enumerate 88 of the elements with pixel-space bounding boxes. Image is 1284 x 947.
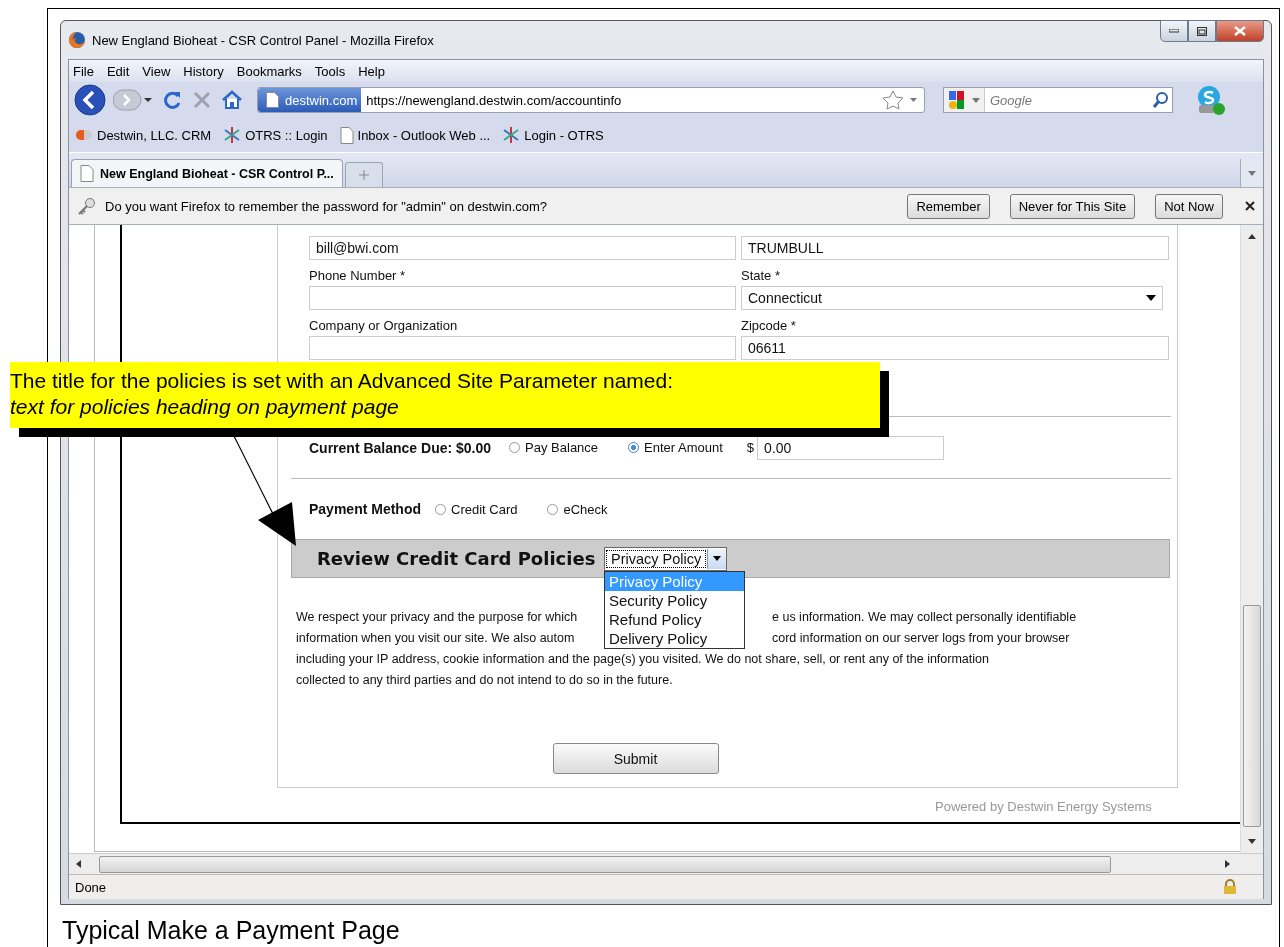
menu-item[interactable]: Tools [314, 63, 346, 79]
status-text: Done [75, 879, 107, 895]
field-label: State * [741, 268, 782, 283]
padlock-icon [1223, 879, 1237, 895]
policy-text-line: We respect your privacy and the purpose for which [296, 609, 578, 624]
scrollbar-thumb[interactable] [1243, 605, 1261, 827]
field-label: Zipcode * [741, 318, 797, 333]
history-caret-icon[interactable] [143, 97, 153, 103]
prompt-button[interactable]: Remember [907, 193, 990, 219]
radio-label: eCheck [563, 501, 608, 517]
bookmark-link[interactable]: Inbox - Outlook Web ... [357, 127, 491, 143]
site-identity-button[interactable]: destwin.com [258, 88, 362, 112]
minimize-button[interactable] [1160, 20, 1188, 42]
text-field[interactable] [309, 336, 736, 360]
caret-icon [713, 556, 722, 561]
radio-label: Credit Card [451, 501, 518, 517]
footer-text: Powered by Destwin Energy Systems [935, 799, 1152, 814]
maximize-icon [1197, 26, 1207, 36]
dropdown-option[interactable]: Refund Policy [605, 609, 744, 629]
policy-text-line: e us information. We may collect personally identifiable [772, 609, 1078, 624]
prompt-button[interactable]: Never for This Site [1009, 193, 1136, 219]
asterisk-icon [502, 126, 521, 144]
menu-item[interactable]: Bookmarks [236, 63, 302, 79]
address-bar[interactable]: destwin.com https://newengland.destwin.com/accountinfo [257, 87, 925, 113]
page-icon [339, 126, 354, 144]
caret-icon [1248, 170, 1256, 176]
caret-icon[interactable] [972, 97, 980, 103]
menu-item[interactable]: Help [358, 63, 385, 79]
policy-text-line: collected to any third parties and do not intend to do so in the future. [296, 672, 673, 687]
browser-tab[interactable]: New England Bioheat - CSR Control P... [71, 159, 343, 187]
close-icon[interactable] [1245, 201, 1255, 211]
close-icon [1234, 26, 1246, 36]
key-icon [77, 196, 97, 216]
radio-button[interactable] [509, 442, 521, 453]
text-field[interactable]: bill@bwi.com [309, 236, 736, 260]
password-prompt-text: Do you want Firefox to remember the password for "admin" on destwin.com? [105, 198, 548, 214]
search-field[interactable]: Google [943, 87, 1173, 113]
text-field[interactable] [309, 286, 736, 310]
bookmark-link[interactable]: Login - OTRS [524, 127, 604, 143]
amount-field[interactable]: 0.00 [757, 435, 945, 460]
page-icon [266, 92, 279, 108]
radio-button[interactable] [628, 442, 640, 453]
page-icon [80, 165, 94, 182]
policies-title: Review Credit Card Policies [316, 548, 597, 569]
menu-item[interactable]: File [73, 63, 94, 79]
home-icon[interactable] [221, 89, 243, 111]
reload-icon[interactable] [161, 89, 183, 111]
caret-icon [1146, 295, 1156, 301]
payment-method-label: Payment Method [309, 501, 421, 517]
radio-button[interactable] [547, 503, 559, 515]
text-field[interactable]: 06611 [741, 336, 1169, 360]
field-label: Phone Number * [309, 268, 407, 283]
callout-text: The title for the policies is set with an Advanced Site Parameter named: [10, 368, 674, 394]
policy-text-line: information when you visit our site. We also autom [296, 630, 575, 645]
prompt-button[interactable]: Not Now [1155, 193, 1223, 219]
text-field[interactable]: TRUMBULL [741, 236, 1169, 260]
menu-item[interactable]: Edit [106, 63, 130, 79]
menu-item[interactable]: View [142, 63, 171, 79]
currency-symbol: $ [746, 440, 755, 455]
policy-text-line: including your IP address, cookie information and the page(s) you visited. We do not share, sell, or rent any of the information [296, 651, 989, 666]
url-text: https://newengland.destwin.com/accountinfo [365, 92, 623, 108]
radio-label: Enter Amount [644, 440, 723, 455]
figure-caption: Typical Make a Payment Page [62, 916, 401, 945]
menu-item[interactable]: History [183, 63, 224, 79]
plus-icon [358, 170, 369, 180]
bookmark-link[interactable]: OTRS :: Login [245, 127, 328, 143]
scrollbar-thumb[interactable] [99, 855, 1111, 873]
bookmark-link[interactable]: Destwin, LLC. CRM [97, 127, 212, 143]
radio-label: Pay Balance [525, 440, 599, 455]
dropdown-option[interactable]: Security Policy [605, 590, 744, 610]
policy-text-line: cord information on our server logs from your browser [772, 630, 1071, 645]
balance-label: Current Balance Due: $0.00 [309, 439, 492, 456]
dropdown-option[interactable]: Delivery Policy [605, 628, 744, 648]
firefox-logo-icon [68, 31, 86, 49]
window-title: New England Bioheat - CSR Control Panel - Mozilla Firefox [92, 32, 434, 48]
field-label: Company or Organization [309, 318, 459, 333]
state-dropdown[interactable]: Connecticut [741, 286, 1163, 310]
maximize-button[interactable] [1188, 20, 1216, 42]
parameter-name-text: text for policies heading on payment page [10, 394, 400, 420]
pill-icon [75, 129, 93, 141]
radio-button[interactable] [435, 503, 446, 515]
tab-list-button[interactable] [1240, 159, 1263, 187]
close-button[interactable] [1216, 20, 1264, 42]
minimize-icon [1169, 29, 1179, 33]
star-icon[interactable] [882, 90, 904, 110]
submit-button[interactable]: Submit [552, 743, 719, 774]
policy-dropdown[interactable]: Privacy Policy [604, 546, 728, 571]
asterisk-icon [223, 126, 242, 144]
